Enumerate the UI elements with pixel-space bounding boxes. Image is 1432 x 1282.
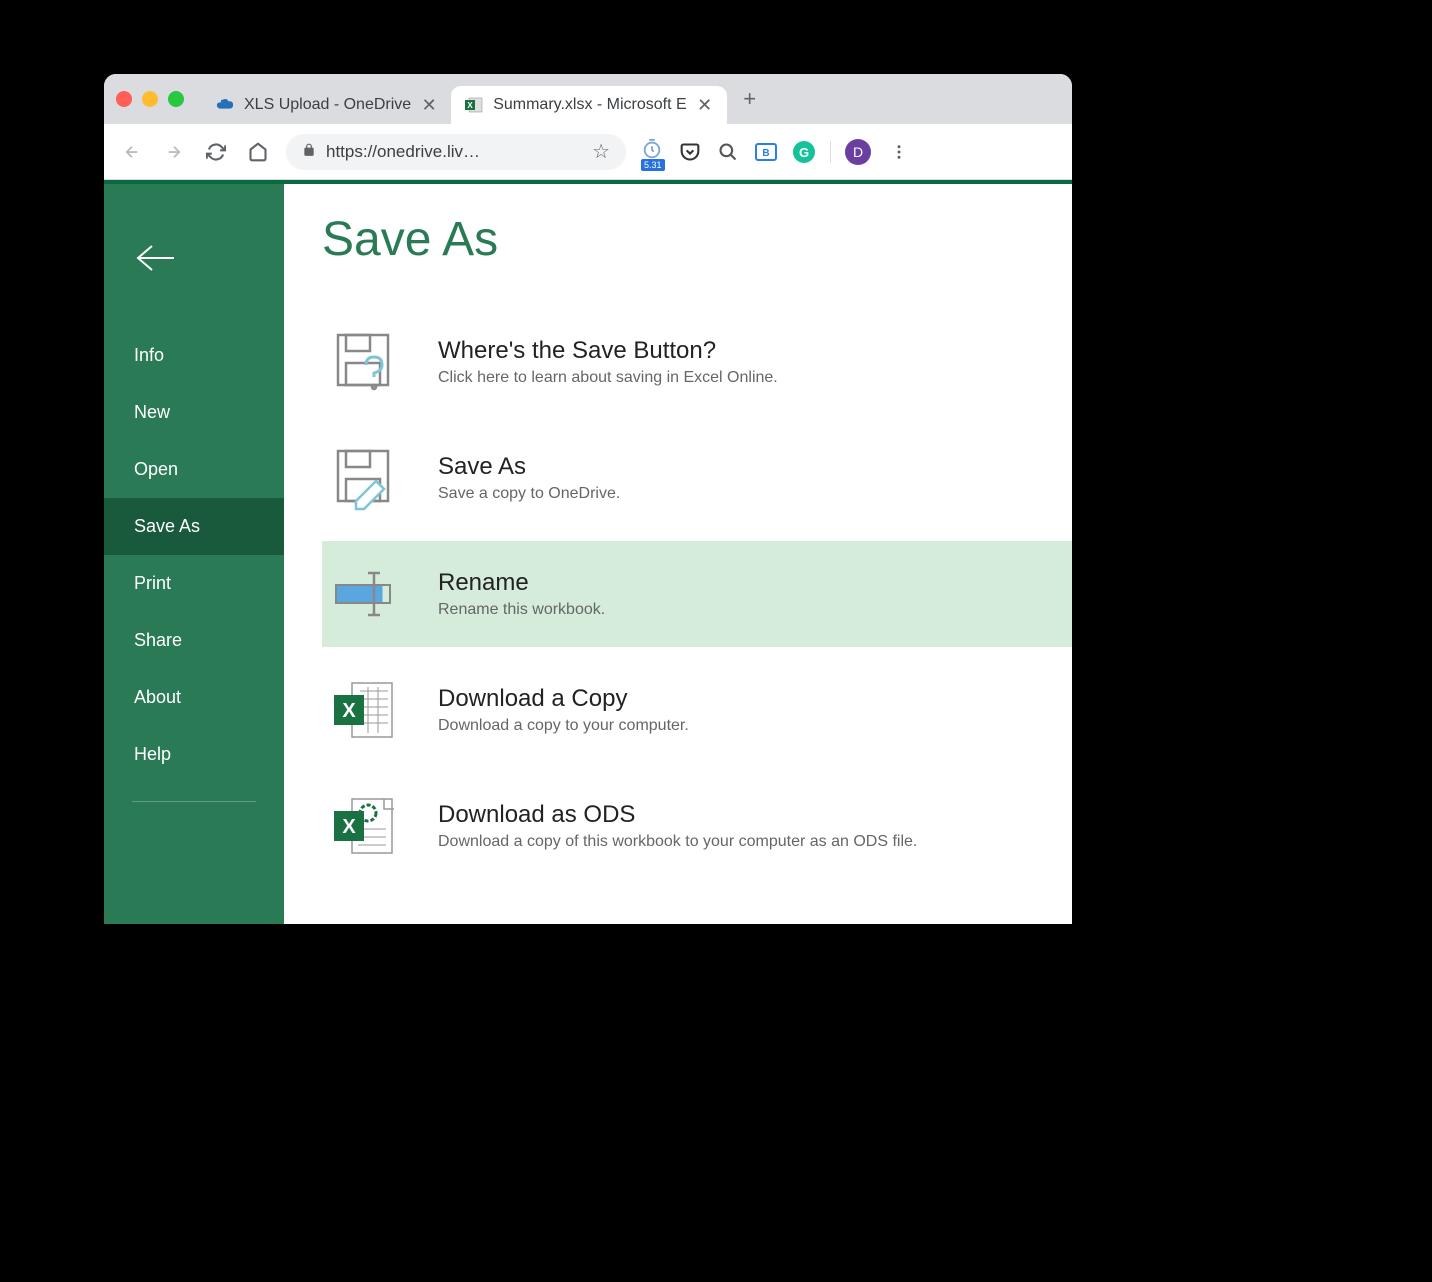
extension-box-icon[interactable]: B [754, 140, 778, 164]
sidebar-item-save-as[interactable]: Save As [104, 498, 284, 555]
profile-avatar[interactable]: D [845, 139, 871, 165]
browser-tab-onedrive[interactable]: XLS Upload - OneDrive ✕ [202, 86, 451, 124]
option-desc: Rename this workbook. [438, 601, 605, 619]
download-excel-icon: X [322, 669, 404, 751]
sidebar-item-new[interactable]: New [104, 384, 284, 441]
lock-icon [302, 142, 316, 162]
option-title: Rename [438, 569, 605, 597]
tab-label: Summary.xlsx - Microsoft E [493, 96, 687, 114]
svg-text:G: G [799, 145, 809, 160]
tab-bar: XLS Upload - OneDrive ✕ X Summary.xlsx -… [104, 74, 1072, 124]
option-title: Where's the Save Button? [438, 337, 778, 365]
forward-button[interactable] [160, 138, 188, 166]
separator [830, 141, 831, 163]
close-window-button[interactable] [116, 91, 132, 107]
tab-label: XLS Upload - OneDrive [244, 96, 411, 114]
close-tab-icon[interactable]: ✕ [421, 97, 437, 113]
browser-tab-excel[interactable]: X Summary.xlsx - Microsoft E ✕ [451, 86, 727, 124]
minimize-window-button[interactable] [142, 91, 158, 107]
page-title: Save As [322, 212, 1072, 267]
sidebar-item-print[interactable]: Print [104, 555, 284, 612]
option-title: Download a Copy [438, 685, 689, 713]
svg-text:X: X [468, 101, 474, 110]
star-icon[interactable]: ☆ [592, 139, 610, 164]
url-text: https://onedrive.liv… [326, 142, 480, 162]
sidebar-item-label: About [134, 687, 181, 707]
sidebar-item-help[interactable]: Help [104, 726, 284, 783]
app-content: Info New Open Save As Print Share About … [104, 180, 1072, 924]
sidebar-item-label: New [134, 402, 170, 422]
browser-toolbar: https://onedrive.liv… ☆ 5.31 B G [104, 124, 1072, 180]
download-ods-icon: X [322, 785, 404, 867]
option-desc: Save a copy to OneDrive. [438, 485, 620, 503]
option-download-ods[interactable]: X Download as ODS Download a copy of thi… [322, 773, 1072, 879]
main-panel: Save As Where's the Save Button? Click h… [284, 184, 1072, 924]
option-title: Save As [438, 453, 620, 481]
sidebar-item-label: Share [134, 630, 182, 650]
option-desc: Download a copy to your computer. [438, 717, 689, 735]
sidebar-item-label: Info [134, 345, 164, 365]
home-button[interactable] [244, 138, 272, 166]
back-arrow-button[interactable] [104, 244, 284, 327]
save-as-icon [322, 437, 404, 519]
sidebar-item-label: Print [134, 573, 171, 593]
close-tab-icon[interactable]: ✕ [697, 97, 713, 113]
rename-icon [322, 553, 404, 635]
extension-pocket-icon[interactable] [678, 140, 702, 164]
sidebar-divider [132, 801, 256, 802]
option-wheres-save[interactable]: Where's the Save Button? Click here to l… [322, 309, 1072, 415]
svg-text:X: X [342, 816, 356, 838]
option-save-as[interactable]: Save As Save a copy to OneDrive. [322, 425, 1072, 531]
sidebar-item-label: Help [134, 744, 171, 764]
sidebar: Info New Open Save As Print Share About … [104, 184, 284, 924]
option-rename[interactable]: Rename Rename this workbook. [322, 541, 1072, 647]
menu-button[interactable] [885, 138, 913, 166]
sidebar-item-label: Save As [134, 516, 200, 536]
new-tab-button[interactable]: + [735, 84, 765, 114]
window-controls [116, 91, 184, 107]
option-download-copy[interactable]: X Download a Copy Download a copy to you… [322, 657, 1072, 763]
extensions: 5.31 B G D [640, 138, 913, 166]
back-button[interactable] [118, 138, 146, 166]
address-bar[interactable]: https://onedrive.liv… ☆ [286, 134, 626, 170]
extension-stopwatch-icon[interactable]: 5.31 [640, 140, 664, 164]
sidebar-item-about[interactable]: About [104, 669, 284, 726]
maximize-window-button[interactable] [168, 91, 184, 107]
option-title: Download as ODS [438, 801, 917, 829]
reload-button[interactable] [202, 138, 230, 166]
option-desc: Download a copy of this workbook to your… [438, 833, 917, 851]
sidebar-item-open[interactable]: Open [104, 441, 284, 498]
sidebar-item-share[interactable]: Share [104, 612, 284, 669]
onedrive-icon [216, 96, 234, 114]
svg-text:X: X [342, 700, 356, 722]
browser-window: XLS Upload - OneDrive ✕ X Summary.xlsx -… [104, 74, 1072, 924]
option-desc: Click here to learn about saving in Exce… [438, 369, 778, 387]
save-question-icon [322, 321, 404, 403]
svg-text:B: B [762, 148, 769, 159]
extension-grammarly-icon[interactable]: G [792, 140, 816, 164]
sidebar-item-label: Open [134, 459, 178, 479]
extension-search-icon[interactable] [716, 140, 740, 164]
excel-icon: X [465, 96, 483, 114]
sidebar-item-info[interactable]: Info [104, 327, 284, 384]
